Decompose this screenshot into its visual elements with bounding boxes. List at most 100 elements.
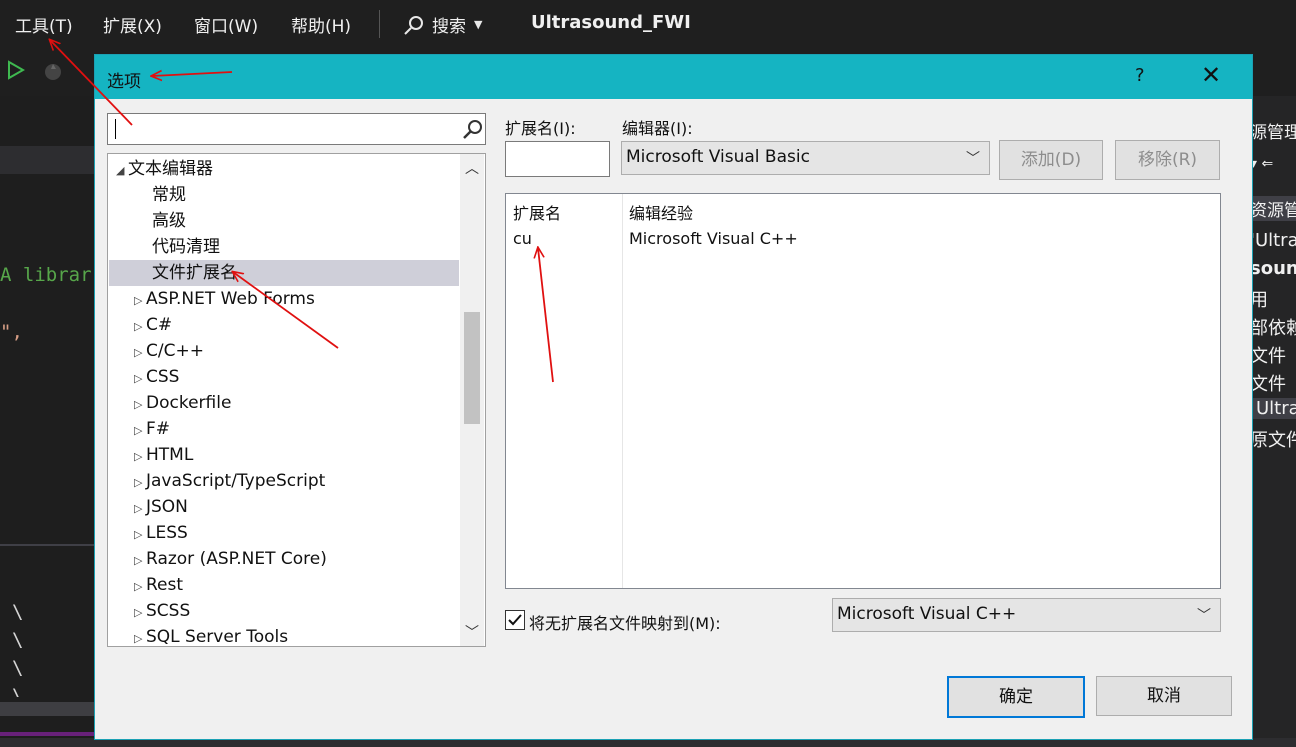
tree-node-group[interactable]: ▷ JavaScript/TypeScript — [134, 468, 325, 494]
tree-node-group[interactable]: ▷ F# — [134, 416, 170, 442]
map-editor-dropdown[interactable]: Microsoft Visual C++ ﹀ — [832, 598, 1221, 632]
expand-icon[interactable]: ▷ — [134, 574, 146, 600]
tree-item[interactable]: 原文件 — [1250, 426, 1296, 452]
code-line: \ — [12, 601, 24, 623]
chevron-down-icon: ﹀ — [966, 151, 980, 167]
expand-icon[interactable]: ▷ — [134, 340, 146, 366]
tree-node-code-cleanup[interactable]: 代码清理 — [152, 234, 220, 260]
tree-node-group[interactable]: ▷ ASP.NET Web Forms — [134, 286, 315, 312]
map-checkbox-label[interactable]: 将无扩展名文件映射到(M): — [529, 610, 721, 634]
tree-node-label: LESS — [146, 523, 188, 543]
column-header-editor[interactable]: 编辑经验 — [629, 200, 693, 224]
search-icon[interactable] — [462, 118, 484, 140]
scroll-up-icon[interactable]: ︿ — [464, 158, 480, 178]
column-divider — [622, 194, 623, 588]
expand-icon[interactable]: ▷ — [134, 600, 146, 626]
code-editor[interactable]: A librar ", \ \ \ \ — [0, 96, 95, 747]
menu-separator — [379, 10, 380, 38]
tree-node-group[interactable]: ▷ Razor (ASP.NET Core) — [134, 546, 327, 572]
tree-node-general[interactable]: 常规 — [152, 182, 186, 208]
tree-node-text-editor[interactable]: ◢ 文本编辑器 — [116, 156, 213, 182]
cancel-button[interactable]: 取消 — [1096, 676, 1232, 716]
tree-node-label: JSON — [146, 497, 188, 517]
pane-search[interactable]: 资源管理 — [1250, 196, 1296, 221]
options-search-input[interactable] — [107, 113, 486, 145]
tree-scrollbar[interactable]: ︿ ﹀ — [460, 154, 484, 646]
code-line: ", — [0, 321, 23, 343]
tree-node-label: Dockerfile — [146, 393, 232, 413]
tree-node-file-extensions[interactable]: 文件扩展名 — [109, 260, 459, 286]
expand-icon[interactable]: ▷ — [134, 496, 146, 522]
tree-node-group[interactable]: ▷ Dockerfile — [134, 390, 231, 416]
collapse-icon[interactable]: ◢ — [116, 158, 128, 184]
remove-button[interactable]: 移除(R) — [1115, 140, 1220, 180]
text-caret — [115, 119, 116, 139]
run-icon[interactable] — [7, 60, 25, 80]
extension-label: 扩展名(I): — [505, 119, 576, 138]
expand-icon[interactable]: ▷ — [134, 444, 146, 470]
search-menu-button[interactable]: 搜索 ▼ — [404, 12, 482, 37]
horizontal-scrollbar[interactable] — [0, 702, 95, 716]
expand-icon[interactable]: ▷ — [134, 288, 146, 314]
tree-node-group[interactable]: ▷ C/C++ — [134, 338, 204, 364]
list-item-editor[interactable]: Microsoft Visual C++ — [629, 229, 798, 248]
tree-item[interactable]: 'Ultra — [1250, 230, 1296, 251]
menu-extensions[interactable]: 扩展(X) — [103, 12, 162, 37]
menu-tools[interactable]: 工具(T) — [15, 12, 73, 37]
expand-icon[interactable]: ▷ — [134, 522, 146, 548]
tree-node-group[interactable]: ▷ C# — [134, 312, 172, 338]
map-selected-value: Microsoft Visual C++ — [837, 604, 1017, 624]
expand-icon[interactable]: ▷ — [134, 470, 146, 496]
tree-node-label: C/C++ — [146, 341, 204, 361]
close-button[interactable]: ✕ — [1201, 61, 1221, 89]
scroll-thumb[interactable] — [464, 312, 480, 424]
dialog-title: 选项 — [107, 72, 141, 92]
menu-help[interactable]: 帮助(H) — [291, 12, 351, 37]
list-item-extension[interactable]: cu — [513, 229, 532, 248]
ok-button[interactable]: 确定 — [947, 676, 1085, 718]
chevron-down-icon: ▼ — [474, 18, 483, 31]
add-button[interactable]: 添加(D) — [999, 140, 1103, 180]
tree-item[interactable]: 用 — [1250, 286, 1296, 312]
expand-icon[interactable]: ▷ — [134, 418, 146, 444]
expand-icon[interactable]: ▷ — [134, 366, 146, 392]
tree-node-label: ASP.NET Web Forms — [146, 289, 315, 309]
tree-item[interactable]: Ultra — [1250, 398, 1296, 419]
menu-window[interactable]: 窗口(W) — [194, 12, 258, 37]
editor-selected-value: Microsoft Visual Basic — [626, 147, 810, 167]
expand-icon[interactable]: ▷ — [134, 626, 146, 646]
tree-node-advanced[interactable]: 高级 — [152, 208, 186, 234]
tree-node-group[interactable]: ▷ JSON — [134, 494, 188, 520]
expand-icon[interactable]: ▷ — [134, 314, 146, 340]
options-dialog: 选项 ? ✕ ◢ 文本编辑器 常规 高级 代码清理 文件扩展名 ▷ ASP.NET … — [94, 54, 1253, 740]
tree-item[interactable]: 部依赖 — [1250, 314, 1296, 340]
dialog-title-bar[interactable]: 选项 ? ✕ — [95, 55, 1252, 99]
tree-node-group[interactable]: ▷ SCSS — [134, 598, 190, 624]
tree-item[interactable]: sound — [1250, 258, 1296, 279]
extension-list[interactable]: 扩展名 编辑经验 cu Microsoft Visual C++ — [505, 193, 1221, 589]
column-header-extension[interactable]: 扩展名 — [513, 200, 561, 224]
expand-icon[interactable]: ▷ — [134, 392, 146, 418]
tree-item[interactable]: 文件 — [1250, 370, 1296, 396]
help-button[interactable]: ? — [1135, 65, 1145, 86]
scroll-down-icon[interactable]: ﹀ — [464, 622, 480, 642]
options-tree[interactable]: ◢ 文本编辑器 常规 高级 代码清理 文件扩展名 ▷ ASP.NET Web For… — [107, 153, 486, 647]
tree-node-label: SCSS — [146, 601, 191, 621]
map-extensionless-checkbox[interactable] — [505, 610, 525, 630]
tree-node-group[interactable]: ▷ SQL Server Tools — [134, 624, 288, 646]
hot-reload-icon[interactable] — [42, 60, 64, 82]
editor-dropdown[interactable]: Microsoft Visual Basic ﹀ — [621, 141, 990, 175]
tree-node-group[interactable]: ▷ LESS — [134, 520, 188, 546]
expand-icon[interactable]: ▷ — [134, 548, 146, 574]
check-icon — [508, 614, 522, 626]
status-accent — [0, 732, 95, 736]
tree-node-group[interactable]: ▷ Rest — [134, 572, 183, 598]
tree-node-group[interactable]: ▷ HTML — [134, 442, 193, 468]
code-line: \ — [12, 629, 24, 651]
tree-node-group[interactable]: ▷ CSS — [134, 364, 179, 390]
search-menu-label: 搜索 — [432, 17, 466, 37]
extension-input[interactable] — [505, 141, 610, 177]
pane-toolbar[interactable]: ▾ ⇐ — [1250, 156, 1296, 172]
tree-node-label: Rest — [146, 575, 184, 595]
tree-item[interactable]: 文件 — [1250, 342, 1296, 368]
